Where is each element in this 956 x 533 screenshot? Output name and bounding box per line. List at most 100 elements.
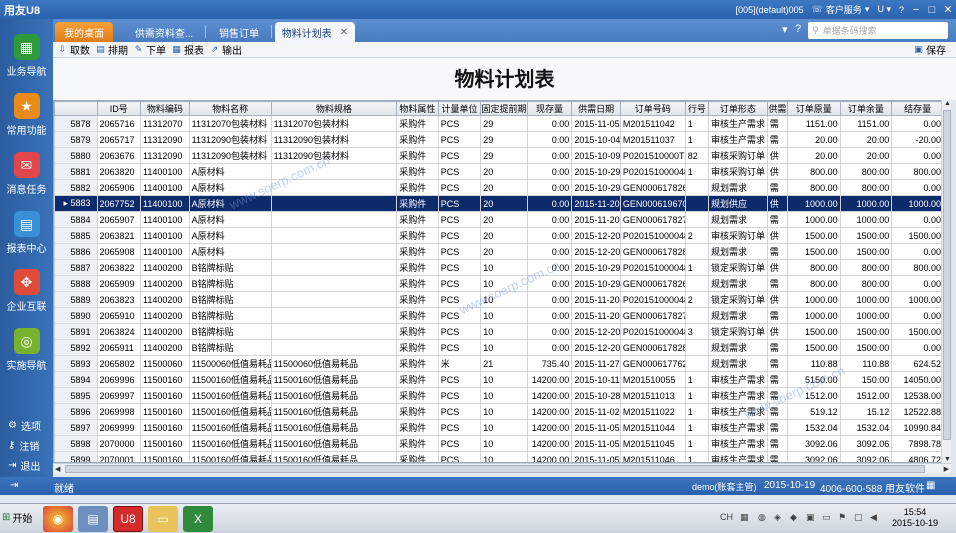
row-number[interactable]: 5880	[54, 147, 98, 164]
table-row[interactable]: 5894 2069996 11500160 11500160低值易耗品 11500160…	[54, 371, 944, 388]
exit-button[interactable]: ⇥ 退出	[8, 458, 40, 473]
nav-implement[interactable]: ◎ 实施导航	[0, 328, 53, 372]
help-button[interactable]: ?	[895, 5, 908, 15]
table-row[interactable]: 5897 2069999 11500160 11500160低值易耗品 11500160…	[54, 419, 944, 436]
table-row[interactable]: 5878 2065716 11312070 11312070包装材料 11312070包…	[54, 115, 944, 132]
row-number[interactable]: ▸ 5883	[54, 195, 98, 212]
options-button[interactable]: ⚙ 选项	[8, 418, 41, 433]
table-row[interactable]: 5895 2069997 11500160 11500160低值易耗品 11500160…	[54, 387, 944, 404]
row-number[interactable]: 5885	[54, 227, 98, 244]
battery-icon[interactable]: ▭	[822, 512, 831, 523]
row-number[interactable]: 5881	[54, 163, 98, 180]
row-number[interactable]: 5898	[54, 435, 98, 452]
column-header[interactable]	[54, 101, 98, 116]
table-row[interactable]: 5886 2065908 11400100 A原材料 采购件 PCS 20 0.00 2015-…	[54, 243, 944, 260]
row-number[interactable]: 5893	[54, 355, 98, 372]
row-number[interactable]: 5896	[54, 403, 98, 420]
table-row[interactable]: 5881 2063820 11400100 A原材料 采购件 PCS 20 0.00 2015-…	[54, 163, 944, 180]
tab-material-plan[interactable]: 物料计划表 ✕	[275, 22, 355, 42]
scroll-up-icon[interactable]: ▲	[944, 100, 951, 107]
row-number[interactable]: 5886	[54, 243, 98, 260]
shield-icon[interactable]: ◈	[774, 512, 781, 523]
column-header[interactable]: 供需	[766, 101, 788, 116]
table-row[interactable]: 5890 2065910 11400200 B铭牌标贴 采购件 PCS 10 0.00 2015…	[54, 307, 944, 324]
table-row[interactable]: 5899 2070001 11500160 11500160低值易耗品 11500160…	[54, 451, 944, 462]
table-row[interactable]: 5885 2063821 11400100 A原材料 采购件 PCS 20 0.00 2015-…	[54, 227, 944, 244]
help-icon[interactable]: ?	[795, 23, 801, 35]
tray-icon[interactable]: ◍	[758, 512, 766, 523]
table-row[interactable]: 5880 2063676 11312090 11312090包装材料 11312090包…	[54, 147, 944, 164]
horizontal-scrollbar[interactable]: ◀ ▶	[53, 463, 951, 474]
table-row[interactable]: 5887 2063822 11400200 B铭牌标贴 采购件 PCS 10 0.00 2015…	[54, 259, 944, 276]
row-number[interactable]: 5878	[54, 115, 98, 132]
column-header[interactable]: 订单余量	[839, 101, 893, 116]
report-button[interactable]: ▦ 报表	[171, 42, 204, 57]
column-header[interactable]: 计量单位	[437, 101, 482, 116]
row-number[interactable]: 5882	[54, 179, 98, 196]
tab-dropdown-icon[interactable]: ▾	[782, 23, 788, 36]
maximize-button[interactable]: □	[924, 4, 940, 16]
table-row[interactable]: 5889 2063823 11400200 B铭牌标贴 采购件 PCS 10 0.00 2015…	[54, 291, 944, 308]
u8-taskbar-icon[interactable]: U8	[113, 506, 143, 532]
row-number[interactable]: 5891	[54, 323, 98, 340]
row-number[interactable]: 5895	[54, 387, 98, 404]
column-header[interactable]: 行号	[684, 101, 709, 116]
row-number[interactable]: 5899	[54, 451, 98, 462]
column-header[interactable]: 订单形态	[707, 101, 768, 116]
chrome-icon[interactable]: ◉	[43, 506, 73, 532]
column-header[interactable]: 结存量	[891, 101, 944, 116]
network-icon[interactable]: ▣	[806, 512, 815, 523]
nav-favorites[interactable]: ★ 常用功能	[0, 93, 53, 137]
material-plan-grid[interactable]: ID号 物料编码 物料名称 物料规格 物料属性 计量单位 固定提前期 现存量 供需日期 订单号码行…	[53, 100, 951, 463]
column-header[interactable]: 物料属性	[396, 101, 439, 116]
column-header[interactable]: 订单原量	[786, 101, 841, 116]
table-row[interactable]: 5882 2065906 11400100 A原材料 采购件 PCS 20 0.00 2015-…	[54, 179, 944, 196]
column-header[interactable]: 物料规格	[270, 101, 398, 116]
column-header[interactable]: 物料编码	[140, 101, 190, 116]
row-number[interactable]: 5888	[54, 275, 98, 292]
table-row[interactable]: 5896 2069998 11500160 11500160低值易耗品 11500160…	[54, 403, 944, 420]
table-row[interactable]: 5891 2063824 11400200 B铭牌标贴 采购件 PCS 10 0.00 2015…	[54, 323, 944, 340]
start-button[interactable]: ⊞ 开始	[2, 510, 32, 525]
app-icon[interactable]: ▤	[78, 506, 108, 532]
nav-reports[interactable]: ▤ 报表中心	[0, 211, 53, 255]
security-icon[interactable]: ◆	[790, 512, 797, 523]
vertical-scrollbar[interactable]: ▲ ▼	[941, 100, 951, 463]
row-number[interactable]: 5897	[54, 419, 98, 436]
row-number[interactable]: 5890	[54, 307, 98, 324]
row-number[interactable]: 5887	[54, 259, 98, 276]
nav-connect[interactable]: ✥ 企业互联	[0, 269, 53, 313]
table-row[interactable]: 5892 2065911 11400200 B铭牌标贴 采购件 PCS 10 0.00 2015…	[54, 339, 944, 356]
table-row[interactable]: 5879 2065717 11312090 11312090包装材料 11312090包…	[54, 131, 944, 148]
fetch-button[interactable]: ⇩ 取数	[57, 42, 90, 57]
nav-business[interactable]: ▦ 业务导航	[0, 34, 53, 78]
table-row[interactable]: ▸ 5883 2067752 11400100 A原材料 采购件 PCS 20 0.00 201…	[54, 195, 944, 212]
customer-service-button[interactable]: ☏ 客户服务 ▾	[808, 3, 874, 16]
schedule-button[interactable]: ▤ 排期	[95, 42, 128, 57]
table-row[interactable]: 5884 2065907 11400100 A原材料 采购件 PCS 20 0.00 2015-…	[54, 211, 944, 228]
scroll-down-icon[interactable]: ▼	[944, 456, 951, 463]
expand-icon[interactable]: ⇥	[10, 480, 18, 491]
u-menu-button[interactable]: U ▾	[873, 4, 895, 15]
nav-messages[interactable]: ✉ 消息任务	[0, 152, 53, 196]
folder-icon[interactable]: ▭	[148, 506, 178, 532]
row-number[interactable]: 5884	[54, 211, 98, 228]
table-row[interactable]: 5898 2070000 11500160 11500160低值易耗品 11500160…	[54, 435, 944, 452]
export-button[interactable]: ⇗ 输出	[209, 42, 242, 57]
column-header[interactable]: 订单号码	[619, 101, 686, 116]
flag-icon[interactable]: ⚑	[838, 512, 846, 523]
scroll-thumb[interactable]	[65, 465, 925, 473]
volume-icon[interactable]: ◀	[870, 512, 877, 523]
excel-icon[interactable]: X	[183, 506, 213, 532]
save-button[interactable]: ▣ 保存	[913, 42, 946, 57]
tab-desktop[interactable]: 我的桌面	[55, 22, 113, 42]
column-header[interactable]: 固定提前期	[480, 101, 528, 116]
logout-button[interactable]: ⚷ 注销	[8, 438, 39, 453]
column-header[interactable]: 物料名称	[188, 101, 272, 116]
calculator-icon[interactable]: ▦	[926, 480, 935, 491]
scroll-thumb[interactable]	[943, 110, 951, 440]
scroll-right-icon[interactable]: ▶	[944, 465, 949, 473]
row-number[interactable]: 5894	[54, 371, 98, 388]
scroll-left-icon[interactable]: ◀	[55, 465, 60, 473]
close-tab-icon[interactable]: ✕	[340, 27, 348, 38]
